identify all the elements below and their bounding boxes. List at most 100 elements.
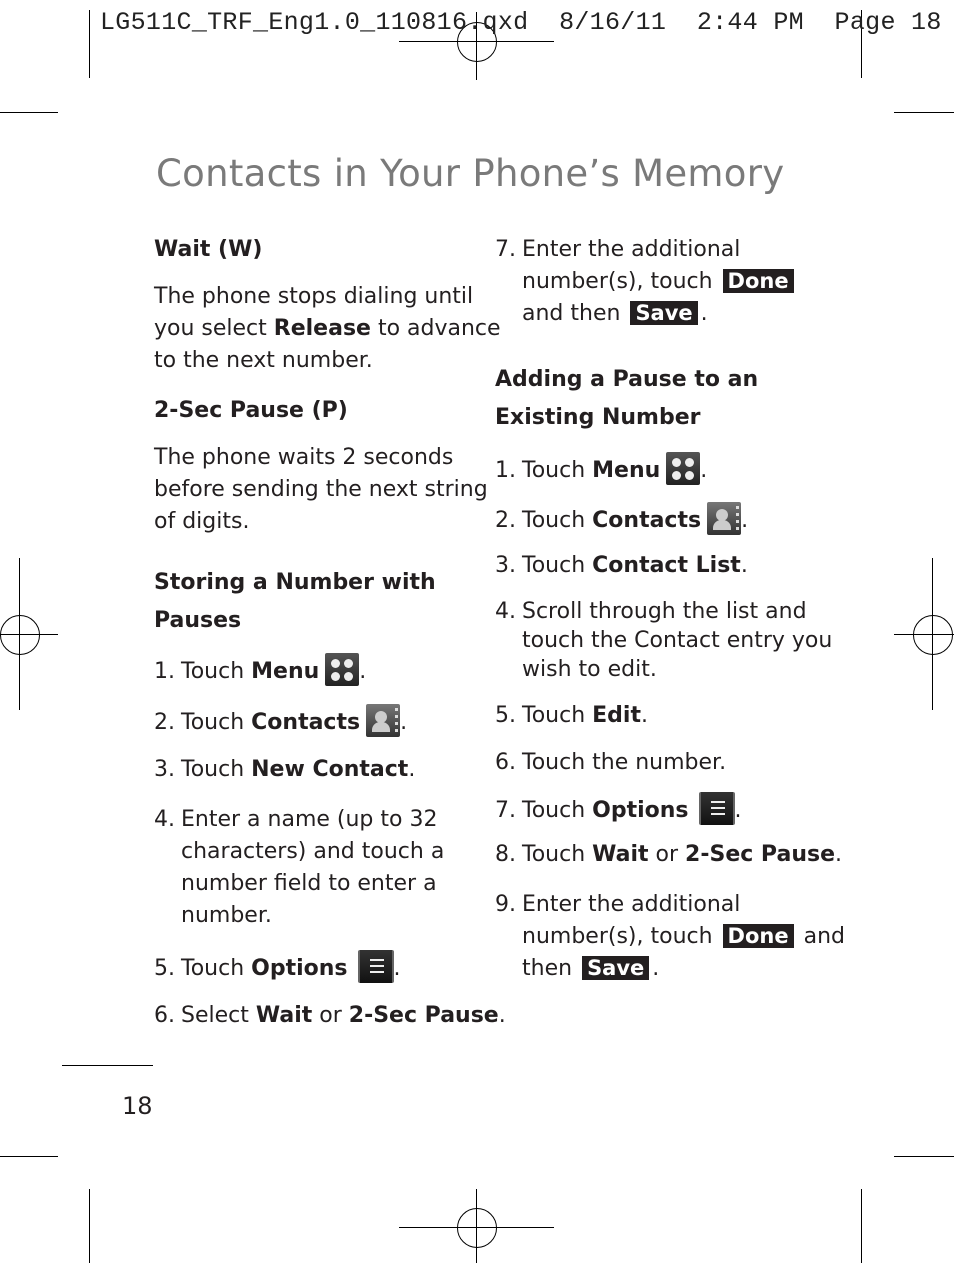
print-slug: LG511C_TRF_Eng1.0_110816.qxd 8/16/11 2:4… xyxy=(100,8,942,37)
step-text: number field to enter a xyxy=(181,871,437,896)
crop-mark xyxy=(861,1189,862,1263)
menu-grid-icon xyxy=(666,452,701,485)
step-text: Touch xyxy=(181,757,252,782)
step-text: Touch xyxy=(522,798,593,823)
punctuation: . xyxy=(741,508,749,533)
punctuation: . xyxy=(393,956,401,981)
step-number: 4. xyxy=(495,599,516,624)
step-item: 2. Touch Contacts. xyxy=(495,502,748,537)
crop-mark xyxy=(89,10,90,78)
heading-line: Adding a Pause to an xyxy=(495,367,759,392)
step-item: 2. Touch Contacts. xyxy=(154,704,407,739)
pause-body-line: of digits. xyxy=(154,509,250,534)
slug-filename: LG511C_TRF_Eng1.0_110816.qxd xyxy=(100,8,529,37)
release-keyword: Release xyxy=(273,316,371,341)
step-number: 8. xyxy=(495,842,516,867)
slug-time: 2:44 PM xyxy=(696,8,804,37)
wait-keyword: Wait xyxy=(592,842,649,867)
footer-rule xyxy=(62,1065,153,1066)
text: you select xyxy=(154,316,274,341)
pause-heading: 2-Sec Pause (P) xyxy=(154,398,348,423)
step-number: 6. xyxy=(154,1003,175,1028)
step-item: 7. Enter the additional number(s), touch … xyxy=(495,234,797,330)
storing-heading: Storing a Number with Pauses xyxy=(154,564,436,640)
wait-heading: Wait (W) xyxy=(154,237,263,262)
slug-date: 8/16/11 xyxy=(559,8,667,37)
save-button-label: Save xyxy=(630,301,698,325)
heading-line: Storing a Number with xyxy=(154,570,436,595)
wait-body-line: The phone stops dialing until xyxy=(154,284,474,309)
step-item: 4. Scroll through the list and touch the … xyxy=(495,597,832,684)
step-text: and xyxy=(803,924,845,949)
menu-grid-icon xyxy=(325,653,360,686)
punctuation: . xyxy=(652,956,660,981)
page-number: 18 xyxy=(122,1092,153,1120)
text: to advance xyxy=(370,316,501,341)
options-keyword: Options xyxy=(592,798,689,823)
options-list-icon xyxy=(357,950,394,983)
step-text: Enter the additional xyxy=(522,237,741,262)
step-text: Touch xyxy=(522,703,593,728)
step-item: 4. Enter a name (up to 32 characters) and… xyxy=(154,804,444,932)
punctuation: . xyxy=(734,798,742,823)
step-text: touch the Contact entry you xyxy=(522,628,833,653)
save-button-label: Save xyxy=(582,956,650,980)
step-text: Select xyxy=(181,1003,256,1028)
registration-mark-circle xyxy=(913,615,953,655)
heading-line: Pauses xyxy=(154,608,242,633)
punctuation: . xyxy=(835,842,842,867)
punctuation: . xyxy=(408,757,416,782)
step-text: Touch xyxy=(181,956,252,981)
crop-mark xyxy=(894,1156,954,1157)
step-number: 3. xyxy=(154,757,175,782)
step-number: 4. xyxy=(154,807,175,832)
edit-keyword: Edit xyxy=(592,703,641,728)
step-text: Enter a name (up to 32 xyxy=(181,807,438,832)
step-text: Touch xyxy=(181,710,252,735)
pause-keyword: 2-Sec Pause xyxy=(685,842,835,867)
step-item: 1. Touch Menu. xyxy=(154,653,366,688)
slug-page: Page 18 xyxy=(834,8,942,37)
step-item: 8. Touch Wait or 2-Sec Pause. xyxy=(495,839,842,871)
punctuation: . xyxy=(400,710,408,735)
step-item: 3. Touch New Contact. xyxy=(154,754,415,786)
punctuation: . xyxy=(640,703,648,728)
step-text: or xyxy=(648,842,686,867)
registration-mark-circle xyxy=(457,1208,497,1248)
contacts-keyword: Contacts xyxy=(251,710,361,735)
step-text: Enter the additional xyxy=(522,892,741,917)
page-title: Contacts in Your Phone’s Memory xyxy=(156,152,785,195)
step-number: 2. xyxy=(495,508,516,533)
wait-body-line: to the next number. xyxy=(154,348,373,373)
done-button-label: Done xyxy=(722,924,794,948)
pause-body-line: before sending the next string xyxy=(154,477,488,502)
step-text: number(s), touch xyxy=(522,269,713,294)
step-number: 5. xyxy=(495,703,516,728)
contacts-icon xyxy=(366,704,401,737)
punctuation: . xyxy=(498,1003,506,1028)
menu-keyword: Menu xyxy=(592,458,661,483)
step-number: 6. xyxy=(495,750,516,775)
step-text: and then xyxy=(522,301,621,326)
step-number: 3. xyxy=(495,553,516,578)
step-item: 3. Touch Contact List. xyxy=(495,550,748,582)
contacts-keyword: Contacts xyxy=(592,508,702,533)
step-text: Touch xyxy=(522,842,593,867)
adding-heading: Adding a Pause to an Existing Number xyxy=(495,361,758,437)
step-text: number. xyxy=(181,903,272,928)
options-keyword: Options xyxy=(251,956,348,981)
pause-body: The phone waits 2 seconds before sending… xyxy=(154,442,488,538)
step-number: 7. xyxy=(495,237,516,262)
step-item: 5. Touch Edit. xyxy=(495,700,648,732)
menu-keyword: Menu xyxy=(251,659,320,684)
step-item: 9. Enter the additional number(s), touch … xyxy=(495,889,845,985)
step-item: 6. Select Wait or 2-Sec Pause. xyxy=(154,1000,506,1032)
punctuation: . xyxy=(700,458,708,483)
crop-mark xyxy=(0,1156,58,1157)
step-text: Touch the number. xyxy=(522,750,727,775)
step-text: characters) and touch a xyxy=(181,839,445,864)
wait-body-line: you select Release to advance xyxy=(154,313,501,345)
wait-body: The phone stops dialing until you select… xyxy=(154,281,501,377)
heading-line: Existing Number xyxy=(495,405,701,430)
step-text: or xyxy=(312,1003,349,1028)
